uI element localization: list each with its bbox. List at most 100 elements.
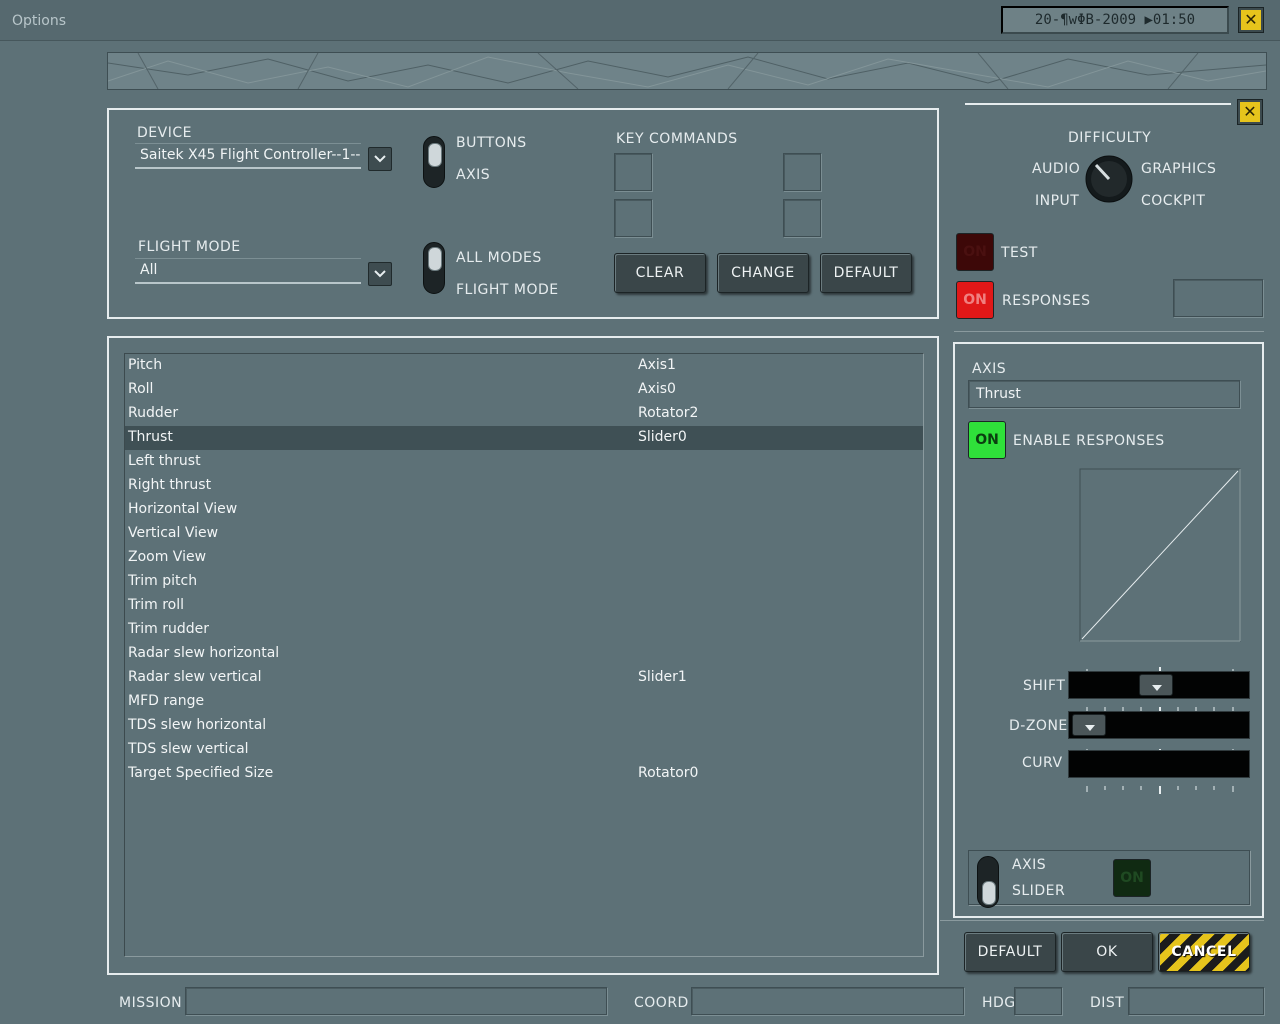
list-item[interactable]: Trim roll: [125, 594, 923, 618]
list-item[interactable]: Pitch Axis1: [125, 354, 923, 378]
datetime-display: 20-¶wΦB-2009 ▶01:50: [1001, 6, 1229, 34]
list-item[interactable]: Roll Axis0: [125, 378, 923, 402]
buttons-label: BUTTONS: [456, 135, 527, 151]
close-panel-button[interactable]: ✕: [1237, 99, 1263, 125]
list-item[interactable]: MFD range: [125, 690, 923, 714]
curv-label: CURV: [1022, 755, 1063, 771]
enable-responses-led-button[interactable]: ON: [968, 421, 1006, 459]
hdg-field: [1014, 987, 1062, 1015]
default-key-button[interactable]: DEFAULT: [820, 253, 912, 293]
cancel-button[interactable]: CANCEL: [1158, 932, 1250, 972]
clear-button[interactable]: CLEAR: [614, 253, 706, 293]
responses-field: [1173, 279, 1263, 317]
dist-label: DIST: [1090, 995, 1125, 1011]
mission-field: [185, 987, 607, 1015]
enable-responses-label: ENABLE RESPONSES: [1013, 433, 1165, 449]
toggle-axis-label: AXIS: [1012, 857, 1047, 873]
responses-label: RESPONSES: [1002, 293, 1091, 309]
key-command-slot[interactable]: [614, 199, 652, 237]
options-selector-knob[interactable]: [1082, 152, 1136, 210]
flight-mode-label: FLIGHT MODE: [138, 239, 241, 255]
test-led-button[interactable]: ON: [956, 233, 994, 271]
curv-ticks-bottom: [1068, 779, 1250, 794]
coord-label: COORD: [634, 995, 689, 1011]
axis-panel-label: AXIS: [972, 361, 1007, 377]
difficulty-tab[interactable]: DIFFICULTY: [1068, 130, 1151, 146]
audio-tab[interactable]: AUDIO: [1032, 161, 1080, 177]
device-dropdown-button[interactable]: [368, 147, 392, 171]
key-commands-label: KEY COMMANDS: [616, 131, 738, 147]
list-item[interactable]: Rudder Rotator2: [125, 402, 923, 426]
map-strip-image: [108, 53, 1266, 89]
hdg-label: HDG: [982, 995, 1016, 1011]
rotary-knob-icon: [1085, 155, 1133, 203]
shift-slider-handle[interactable]: [1139, 674, 1173, 696]
chevron-down-icon: [374, 270, 386, 278]
toggle-slider-label: SLIDER: [1012, 883, 1066, 899]
dzone-slider-handle[interactable]: [1072, 714, 1106, 736]
list-item[interactable]: TDS slew horizontal: [125, 714, 923, 738]
device-label: DEVICE: [137, 125, 192, 141]
list-item[interactable]: Left thrust: [125, 450, 923, 474]
dzone-label: D-ZONE: [1009, 718, 1068, 734]
slider-led-button[interactable]: ON: [1113, 859, 1151, 897]
list-item[interactable]: Trim pitch: [125, 570, 923, 594]
axis-label: AXIS: [456, 167, 491, 183]
list-item[interactable]: Trim rudder: [125, 618, 923, 642]
key-command-slot[interactable]: [614, 153, 652, 191]
divider: [954, 331, 1264, 332]
list-item[interactable]: TDS slew vertical: [125, 738, 923, 762]
buttons-axis-toggle[interactable]: [423, 136, 445, 188]
axis-slider-toggle[interactable]: [977, 856, 999, 908]
response-curve-graph: [1079, 468, 1241, 646]
toggle-knob: [982, 881, 996, 905]
flight-mode-dropdown[interactable]: All: [135, 258, 361, 284]
all-modes-label: ALL MODES: [456, 250, 542, 266]
dzone-slider[interactable]: [1068, 711, 1250, 739]
close-window-button[interactable]: ✕: [1238, 7, 1264, 33]
mission-label: MISSION: [119, 995, 183, 1011]
list-item-selected[interactable]: Thrust Slider0: [125, 426, 923, 450]
divider: [940, 920, 1264, 921]
toggle-knob: [428, 143, 442, 167]
cockpit-tab[interactable]: COCKPIT: [1141, 193, 1205, 209]
list-item[interactable]: Radar slew horizontal: [125, 642, 923, 666]
list-item[interactable]: Horizontal View: [125, 498, 923, 522]
list-item[interactable]: Zoom View: [125, 546, 923, 570]
ok-button[interactable]: OK: [1061, 932, 1153, 972]
default-button[interactable]: DEFAULT: [964, 932, 1056, 972]
list-item[interactable]: Target Specified Size Rotator0: [125, 762, 923, 786]
key-command-slot[interactable]: [783, 153, 821, 191]
chevron-down-icon: [374, 155, 386, 163]
nav-divider: [965, 103, 1231, 105]
test-label: TEST: [1001, 245, 1038, 261]
change-button[interactable]: CHANGE: [717, 253, 809, 293]
map-strip: [107, 52, 1267, 90]
response-curve-line: [1079, 468, 1241, 642]
shift-ticks: [1068, 660, 1250, 675]
shift-slider[interactable]: [1068, 671, 1250, 699]
coord-field: [691, 987, 964, 1015]
input-tab[interactable]: INPUT: [1035, 193, 1079, 209]
responses-led-button[interactable]: ON: [956, 281, 994, 319]
device-dropdown[interactable]: Saitek X45 Flight Controller--1----: [135, 143, 361, 169]
bindings-list: Pitch Axis1 Roll Axis0 Rudder Rotator2 Thru…: [124, 353, 924, 957]
axis-slider-box: [968, 850, 1250, 905]
curv-slider[interactable]: [1068, 750, 1250, 778]
list-item[interactable]: Radar slew vertical Slider1: [125, 666, 923, 690]
close-icon: ✕: [1240, 102, 1260, 122]
graphics-tab[interactable]: GRAPHICS: [1141, 161, 1216, 177]
axis-name-field: Thrust: [968, 380, 1240, 408]
flight-mode-toggle-label: FLIGHT MODE: [456, 282, 559, 298]
list-item[interactable]: Right thrust: [125, 474, 923, 498]
window-title: Options: [12, 13, 67, 29]
key-command-slot[interactable]: [783, 199, 821, 237]
shift-label: SHIFT: [1023, 678, 1066, 694]
list-item[interactable]: Vertical View: [125, 522, 923, 546]
dzone-ticks: [1068, 700, 1250, 715]
curv-ticks-top: [1068, 740, 1250, 755]
modes-toggle[interactable]: [423, 242, 445, 294]
close-icon: ✕: [1241, 10, 1261, 30]
dist-field: [1128, 987, 1264, 1015]
flight-mode-dropdown-button[interactable]: [368, 262, 392, 286]
